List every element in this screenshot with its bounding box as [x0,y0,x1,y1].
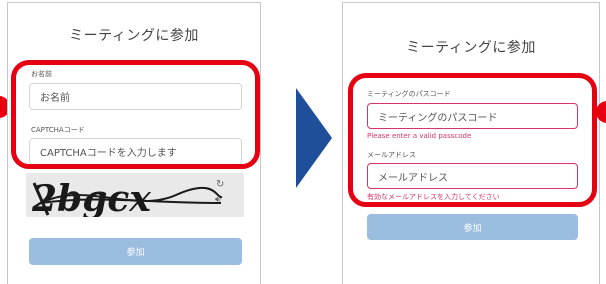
page-title: ミーティングに参加 [69,28,199,44]
next-step-arrow [296,88,332,188]
highlight-box-right [348,73,597,207]
captcha-image: 2bgcx ↻ 🔊︎ [26,173,244,217]
captcha-text: 2bgcx [31,178,151,217]
refresh-icon[interactable]: ↻ [216,179,224,190]
highlight-box-left [11,60,260,169]
join-button[interactable]: 参加 [29,238,242,265]
audio-icon[interactable]: 🔊︎ [215,195,221,205]
join-button[interactable]: 参加 [367,214,578,240]
page-title: ミーティングに参加 [406,40,536,56]
